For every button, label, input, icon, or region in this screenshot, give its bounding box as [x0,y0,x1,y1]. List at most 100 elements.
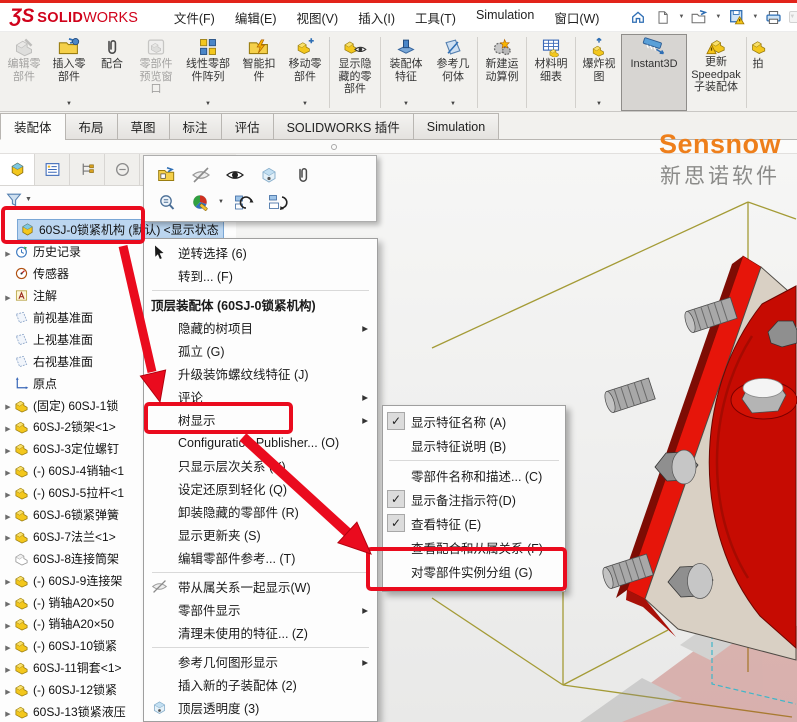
tab-property-manager[interactable] [35,154,70,185]
ribbon-move-component-button[interactable]: 移动零部件 [282,34,328,111]
tab-simulation[interactable]: Simulation [413,113,499,140]
save-dropdown-icon[interactable]: ▼ [752,14,758,20]
menu-item-unload-hidden-components[interactable]: 卸装隐藏的零部件 (R) [144,500,377,523]
open-dropdown-icon[interactable]: ▼ [715,14,721,20]
expand-icon[interactable] [2,639,14,653]
transparency-icon[interactable] [258,164,280,186]
expand-icon[interactable] [2,617,14,631]
expand-icon[interactable] [2,289,14,303]
expand-icon[interactable] [2,398,14,412]
zoom-to-selection-icon[interactable] [156,192,178,214]
tab-markup[interactable]: 标注 [169,113,222,140]
menu-insert[interactable]: 插入(I) [348,3,405,32]
submenu-item-group-component-instances[interactable]: 对零部件实例分组 (G) [383,559,565,583]
menu-item-edit-component-references[interactable]: 编辑零部件参考... (T) [144,546,377,569]
mate-icon [102,37,122,57]
mate-paperclip-icon[interactable] [292,164,314,186]
menu-file[interactable]: 文件(F) [164,3,225,32]
ribbon-bill-of-materials-button[interactable]: 材料明细表 [528,34,574,111]
submenu-item-component-names-and-descriptions[interactable]: 零部件名称和描述... (C) [383,463,565,487]
submenu-item-view-mates-and-dependencies[interactable]: 查看配合和从属关系 (F) [383,535,565,559]
tab-sketch[interactable]: 草图 [117,113,170,140]
menu-item-configuration-publisher[interactable]: Configuration Publisher... (O) [144,431,377,454]
ribbon-reference-geometry-button[interactable]: 参考几何体 [430,34,476,111]
submenu-item-show-comment-indicator[interactable]: 显示备注指示符(D) [383,487,565,511]
expand-icon[interactable] [2,245,14,259]
menu-item-comment[interactable]: 评论 [144,385,377,408]
ribbon-linear-component-pattern-button[interactable]: 线性零部件阵列 [180,34,236,111]
save-icon[interactable] [724,6,749,28]
new-dropdown-icon[interactable]: ▼ [678,14,684,20]
ribbon-insert-component-button[interactable]: 插入零部件 [46,34,92,111]
appearance-dropdown-icon[interactable]: ▼ [218,199,224,205]
tab-dimxpert-clipped[interactable] [105,154,140,185]
menu-item-insert-new-subassembly[interactable]: 插入新的子装配体 (2) [144,673,377,696]
open-icon[interactable] [687,6,712,28]
menu-item-top-level-transparency[interactable]: 顶层透明度 (3) [144,696,377,719]
menu-item-show-hierarchy-only[interactable]: 只显示层次关系 (Y) [144,454,377,477]
ribbon-edit-component-button[interactable]: 编辑零部件 [2,34,46,111]
show-component-icon[interactable] [224,164,246,186]
menu-item-go-to[interactable]: 转到... (F) [144,264,377,287]
tab-evaluate[interactable]: 评估 [221,113,274,140]
ribbon-assembly-features-button[interactable]: 装配体特征 [382,34,430,111]
tab-assembly[interactable]: 装配体 [0,113,66,140]
menu-item-clean-unused-features[interactable]: 清理未使用的特征... (Z) [144,621,377,644]
ribbon-update-speedpak-button[interactable]: 更新Speedpak子装配体 [687,34,745,111]
ribbon-exploded-view-button[interactable]: 爆炸视图 [577,34,621,111]
submenu-item-show-feature-names[interactable]: 显示特征名称 (A) [383,409,565,433]
menu-tools[interactable]: 工具(T) [405,3,466,32]
menu-view[interactable]: 视图(V) [287,3,349,32]
hide-component-icon[interactable] [190,164,212,186]
menu-item-set-resolved-to-lightweight[interactable]: 设定还原到轻化 (Q) [144,477,377,500]
expand-icon[interactable] [2,705,14,719]
tab-configuration-manager[interactable] [70,154,105,185]
expand-icon[interactable] [2,595,14,609]
submenu-item-show-feature-descriptions[interactable]: 显示特征说明 (B) [383,433,565,457]
menu-item-tree-display[interactable]: 树显示 [144,408,377,431]
menu-item-upgrade-cosmetic-threads[interactable]: 升级装饰螺纹线特征 (J) [144,362,377,385]
menu-item-hidden-tree-items[interactable]: 隐藏的树项目 [144,316,377,339]
filter-funnel-icon[interactable] [5,191,23,208]
new-document-icon[interactable] [650,6,675,28]
ribbon-show-hidden-components-button[interactable]: 显示隐藏的零部件 [331,34,379,111]
appearance-icon[interactable] [190,192,212,214]
submenu-item-view-features[interactable]: 查看特征 (E) [383,511,565,535]
expand-icon[interactable] [2,529,14,543]
menu-item-component-display[interactable]: 零部件显示 [144,598,377,621]
menu-edit[interactable]: 编辑(E) [225,3,287,32]
tab-feature-tree[interactable] [0,154,35,185]
ribbon-clipped-button[interactable]: 拍 [748,34,768,111]
ribbon-instant3d-button[interactable]: Instant3D [621,34,687,111]
expand-icon[interactable] [2,683,14,697]
ribbon-new-motion-study-button[interactable]: 新建运动算例 [479,34,525,111]
menu-simulation[interactable]: Simulation [466,3,544,32]
open-subassembly-icon[interactable] [156,164,178,186]
ribbon-mate-button[interactable]: 配合 [92,34,132,111]
expand-icon[interactable] [2,486,14,500]
menu-item-isolate[interactable]: 孤立 (G) [144,339,377,362]
expand-icon[interactable] [2,420,14,434]
home-icon[interactable] [625,6,650,28]
suppress-icon[interactable] [234,192,256,214]
tab-layout[interactable]: 布局 [65,113,118,140]
menu-item-reference-geometry-display[interactable]: 参考几何图形显示 [144,650,377,673]
expand-icon[interactable] [2,442,14,456]
panel-collapse-handle[interactable] [331,144,337,150]
menu-item-invert-selection[interactable]: 逆转选择 (6) [144,241,377,264]
print-icon[interactable] [761,6,786,28]
ribbon-separator [380,37,381,108]
expand-icon[interactable] [2,661,14,675]
expand-icon[interactable] [2,573,14,587]
ribbon-component-preview-window-button[interactable]: 零部件预览窗口 [132,34,180,111]
menu-window[interactable]: 窗口(W) [544,3,609,32]
tab-solidworks-addins[interactable]: SOLIDWORKS 插件 [273,113,414,140]
expand-icon[interactable] [2,508,14,522]
red-flange-part[interactable] [601,256,797,660]
menu-item-show-with-dependents[interactable]: 带从属关系一起显示(W) [144,575,377,598]
ribbon-smart-fasteners-button[interactable]: 智能扣件 [236,34,282,111]
isolate-icon[interactable] [268,192,290,214]
menu-item-show-update-holders[interactable]: 显示更新夹 (S) [144,523,377,546]
filter-dropdown-icon[interactable]: ▼ [25,196,32,203]
expand-icon[interactable] [2,464,14,478]
